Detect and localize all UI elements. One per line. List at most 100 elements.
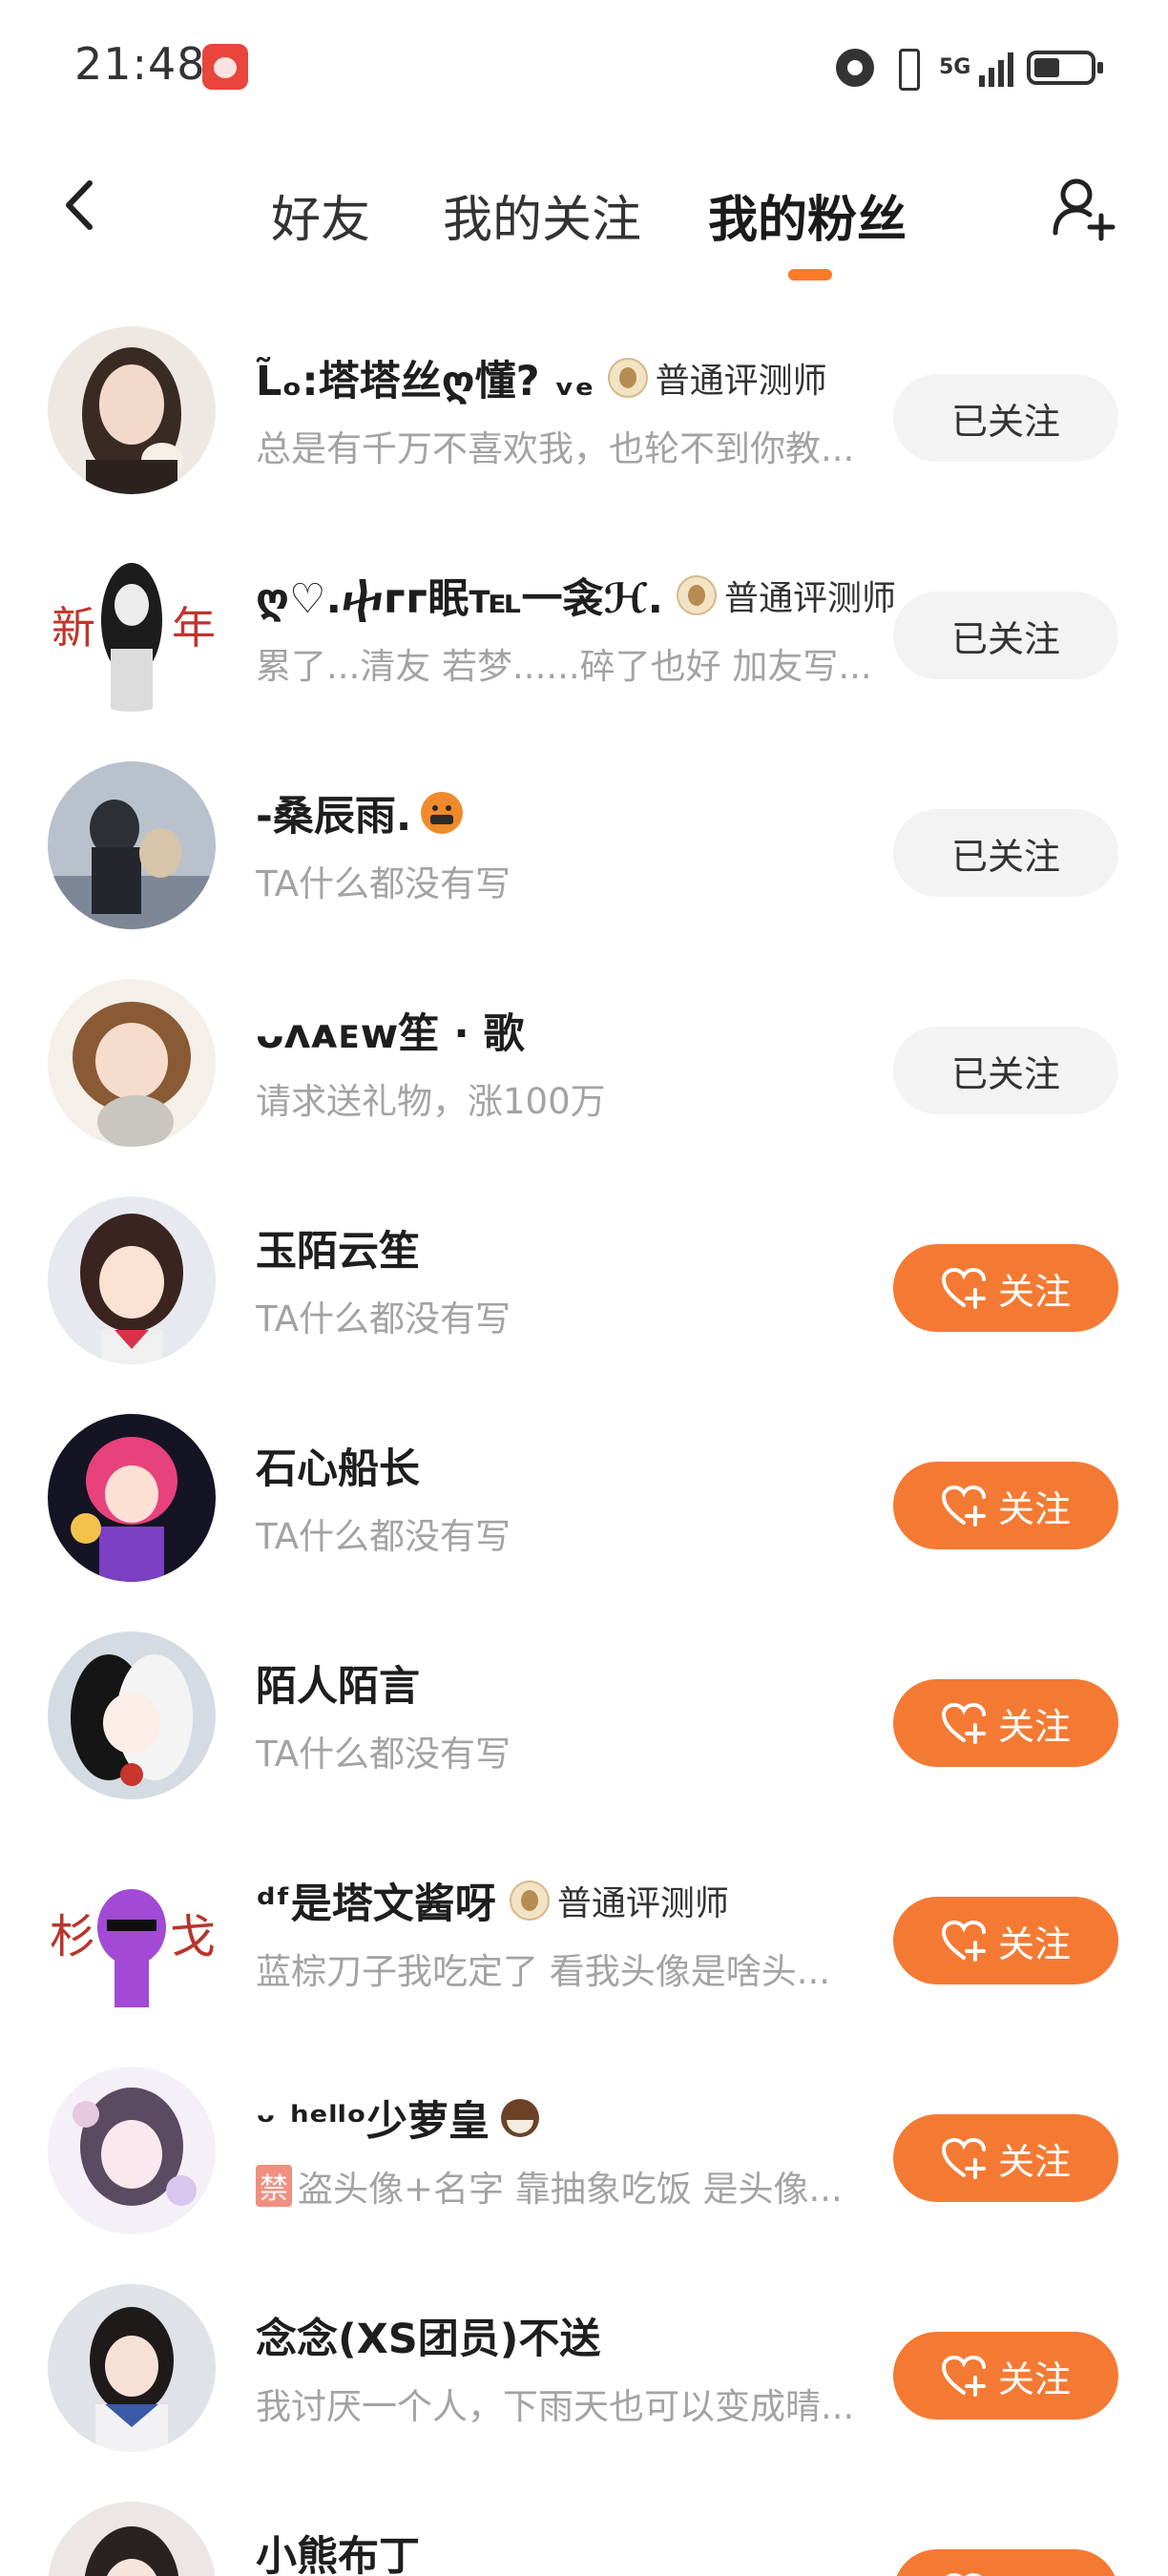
fan-name: ᴗᴧᴀᴇᴡ笙 · 歌 (256, 1010, 525, 1058)
fan-row[interactable]: 新年 ღ♡.ⴕᴦᴦ眠℡一衾ℋ. 普通评测师 累了...清友 若梦......碎了… (0, 523, 1168, 738)
fan-name: 念念(XS团员)不送 (256, 2316, 601, 2363)
fan-bio: 禁盗头像+名字 靠抽象吃饭 是头像... (256, 2160, 876, 2212)
follow-button-label: 关注 (997, 1705, 1071, 1748)
svg-text:年: 年 (172, 602, 216, 654)
followed-button[interactable]: 已关注 (893, 374, 1118, 462)
fan-bio: 总是有千万不喜欢我，也轮不到你教... (256, 428, 855, 469)
back-button[interactable] (48, 172, 115, 239)
fan-bio: TA什么都没有写 (256, 1298, 511, 1340)
name-line: ᵕ ʰᵉˡˡᵒ少萝皇 (256, 2088, 541, 2149)
fan-row[interactable]: 小熊布丁 关注 (0, 2481, 1168, 2576)
follow-button[interactable]: 关注 (893, 2114, 1118, 2202)
follow-button-label: 关注 (997, 1487, 1071, 1530)
fan-row[interactable]: 杉戈 ᵈᶠ是塔文酱呀 普通评测师 蓝棕刀子我吃定了 看我头像是啥头... 关注 (0, 1828, 1168, 2044)
fan-row[interactable]: ᴗᴧᴀᴇᴡ笙 · 歌 请求送礼物，涨100万 已关注 (0, 958, 1168, 1174)
fan-row[interactable]: L̃ₒ:塔塔丝ღ懂? ᵥₑ 普通评测师 总是有千万不喜欢我，也轮不到你教... … (0, 305, 1168, 521)
fan-bio: 我讨厌一个人，下雨天也可以变成晴... (256, 2386, 855, 2427)
avatar[interactable]: 杉戈 (48, 1849, 216, 2017)
add-friend-button[interactable] (1048, 174, 1116, 242)
network-type: 5G (939, 55, 971, 79)
fan-row[interactable]: 石心船长 TA什么都没有写 关注 (0, 1393, 1168, 1609)
followed-button[interactable]: 已关注 (893, 809, 1118, 897)
fan-bio: TA什么都没有写 (256, 1516, 511, 1557)
vibrate-icon (887, 47, 926, 91)
fan-bio: TA什么都没有写 (256, 1734, 511, 1775)
name-line: 念念(XS团员)不送 (256, 2305, 600, 2366)
chevron-left-icon (66, 180, 93, 230)
name-line: ᴗᴧᴀᴇᴡ笙 · 歌 (256, 1000, 525, 1061)
app-notification-icon (202, 44, 248, 90)
reviewer-badge-label: 普通评测师 (655, 362, 827, 401)
fan-name: 陌人陌言 (256, 1663, 420, 1711)
follow-button-label: 关注 (998, 2567, 1071, 2576)
avatar[interactable] (48, 1631, 216, 1799)
fan-row[interactable]: 念念(XS团员)不送 我讨厌一个人，下雨天也可以变成晴... 关注 (0, 2263, 1168, 2479)
heart-plus-icon (941, 1267, 986, 1309)
reviewer-badge-label: 普通评测师 (556, 1884, 729, 1923)
follow-button[interactable]: 关注 (893, 1244, 1118, 1332)
reviewer-badge-icon (607, 358, 648, 398)
status-time: 21:48 (74, 38, 206, 90)
angry-face-icon (421, 792, 464, 834)
heart-plus-icon (941, 2355, 986, 2397)
fan-row[interactable]: 玉陌云笙 TA什么都没有写 关注 (0, 1175, 1168, 1391)
avatar[interactable] (48, 979, 216, 1147)
fan-bio: 累了...清友 若梦......碎了也好 加友写... (256, 646, 872, 687)
follow-button[interactable]: 关注 (893, 2332, 1118, 2420)
svg-text:新: 新 (52, 602, 95, 654)
fan-name: 小熊布丁 (256, 2533, 420, 2576)
fan-name: 石心船长 (256, 1445, 420, 1493)
avatar[interactable] (48, 2502, 216, 2576)
tab-friends[interactable]: 好友 (271, 179, 370, 251)
fan-row[interactable]: ᵕ ʰᵉˡˡᵒ少萝皇 禁盗头像+名字 靠抽象吃饭 是头像... 关注 (0, 2046, 1168, 2261)
heart-plus-icon (941, 1702, 986, 1744)
name-line: -桑辰雨. (256, 782, 464, 843)
reviewer-badge-label: 普通评测师 (723, 579, 896, 618)
signal-icon (979, 49, 1013, 87)
followed-button[interactable]: 已关注 (893, 592, 1118, 679)
reviewer-badge-icon (509, 1880, 550, 1921)
follow-button-label: 关注 (997, 1270, 1071, 1313)
follow-button[interactable]: 关注 (893, 1679, 1118, 1767)
avatar[interactable] (48, 2284, 216, 2452)
fan-name: L̃ₒ:塔塔丝ღ懂? ᵥₑ (256, 358, 594, 405)
follow-button[interactable]: 关注 (893, 1897, 1118, 1984)
avatar[interactable] (48, 326, 216, 494)
followed-button[interactable]: 已关注 (893, 1027, 1118, 1114)
follow-button[interactable]: 关注 (893, 1462, 1118, 1549)
reviewer-badge: 普通评测师 (607, 353, 827, 403)
heart-plus-icon (946, 2572, 982, 2576)
name-line: ღ♡.ⴕᴦᴦ眠℡一衾ℋ. 普通评测师 (256, 565, 896, 626)
heart-plus-icon (941, 1920, 986, 1962)
fan-name: ᵈᶠ是塔文酱呀 (256, 1880, 496, 1928)
battery-icon (1027, 51, 1103, 85)
tab-following[interactable]: 我的关注 (443, 179, 641, 251)
follow-button-label: 关注 (997, 1922, 1071, 1965)
tab-fans[interactable]: 我的粉丝 (708, 179, 907, 251)
fan-name: 玉陌云笙 (256, 1228, 420, 1276)
fan-name: ღ♡.ⴕᴦᴦ眠℡一衾ℋ. (256, 575, 663, 623)
name-line: 小熊布丁 (256, 2523, 420, 2576)
fan-bio-text: 盗头像+名字 靠抽象吃饭 是头像... (298, 2169, 843, 2210)
follow-button[interactable]: 关注 (893, 2549, 1118, 2576)
reviewer-badge: 普通评测师 (676, 571, 896, 620)
name-line: 玉陌云笙 (256, 1217, 420, 1278)
name-line: 陌人陌言 (256, 1652, 420, 1714)
fan-row[interactable]: 陌人陌言 TA什么都没有写 关注 (0, 1610, 1168, 1826)
name-line: ᵈᶠ是塔文酱呀 普通评测师 (256, 1870, 729, 1931)
avatar[interactable] (48, 1196, 216, 1364)
fans-page: 21:48 5G 好友 我的关注 我的粉丝 L̃ₒ:塔塔丝ღ懂? ᵥₑ 普通评测… (0, 0, 1168, 2576)
name-line: L̃ₒ:塔塔丝ღ懂? ᵥₑ 普通评测师 (256, 347, 827, 408)
banned-tag: 禁 (256, 2165, 292, 2207)
fan-bio: TA什么都没有写 (256, 863, 511, 904)
heart-plus-icon (941, 2137, 986, 2179)
avatar[interactable] (48, 1414, 216, 1582)
svg-text:戈: 戈 (170, 1910, 216, 1963)
avatar[interactable] (48, 2067, 216, 2234)
heart-plus-icon (941, 1485, 986, 1527)
svg-text:杉: 杉 (50, 1910, 95, 1963)
avatar[interactable]: 新年 (48, 544, 216, 712)
avatar[interactable] (48, 761, 216, 929)
name-line: 石心船长 (256, 1435, 420, 1496)
fan-row[interactable]: -桑辰雨. TA什么都没有写 已关注 (0, 740, 1168, 956)
